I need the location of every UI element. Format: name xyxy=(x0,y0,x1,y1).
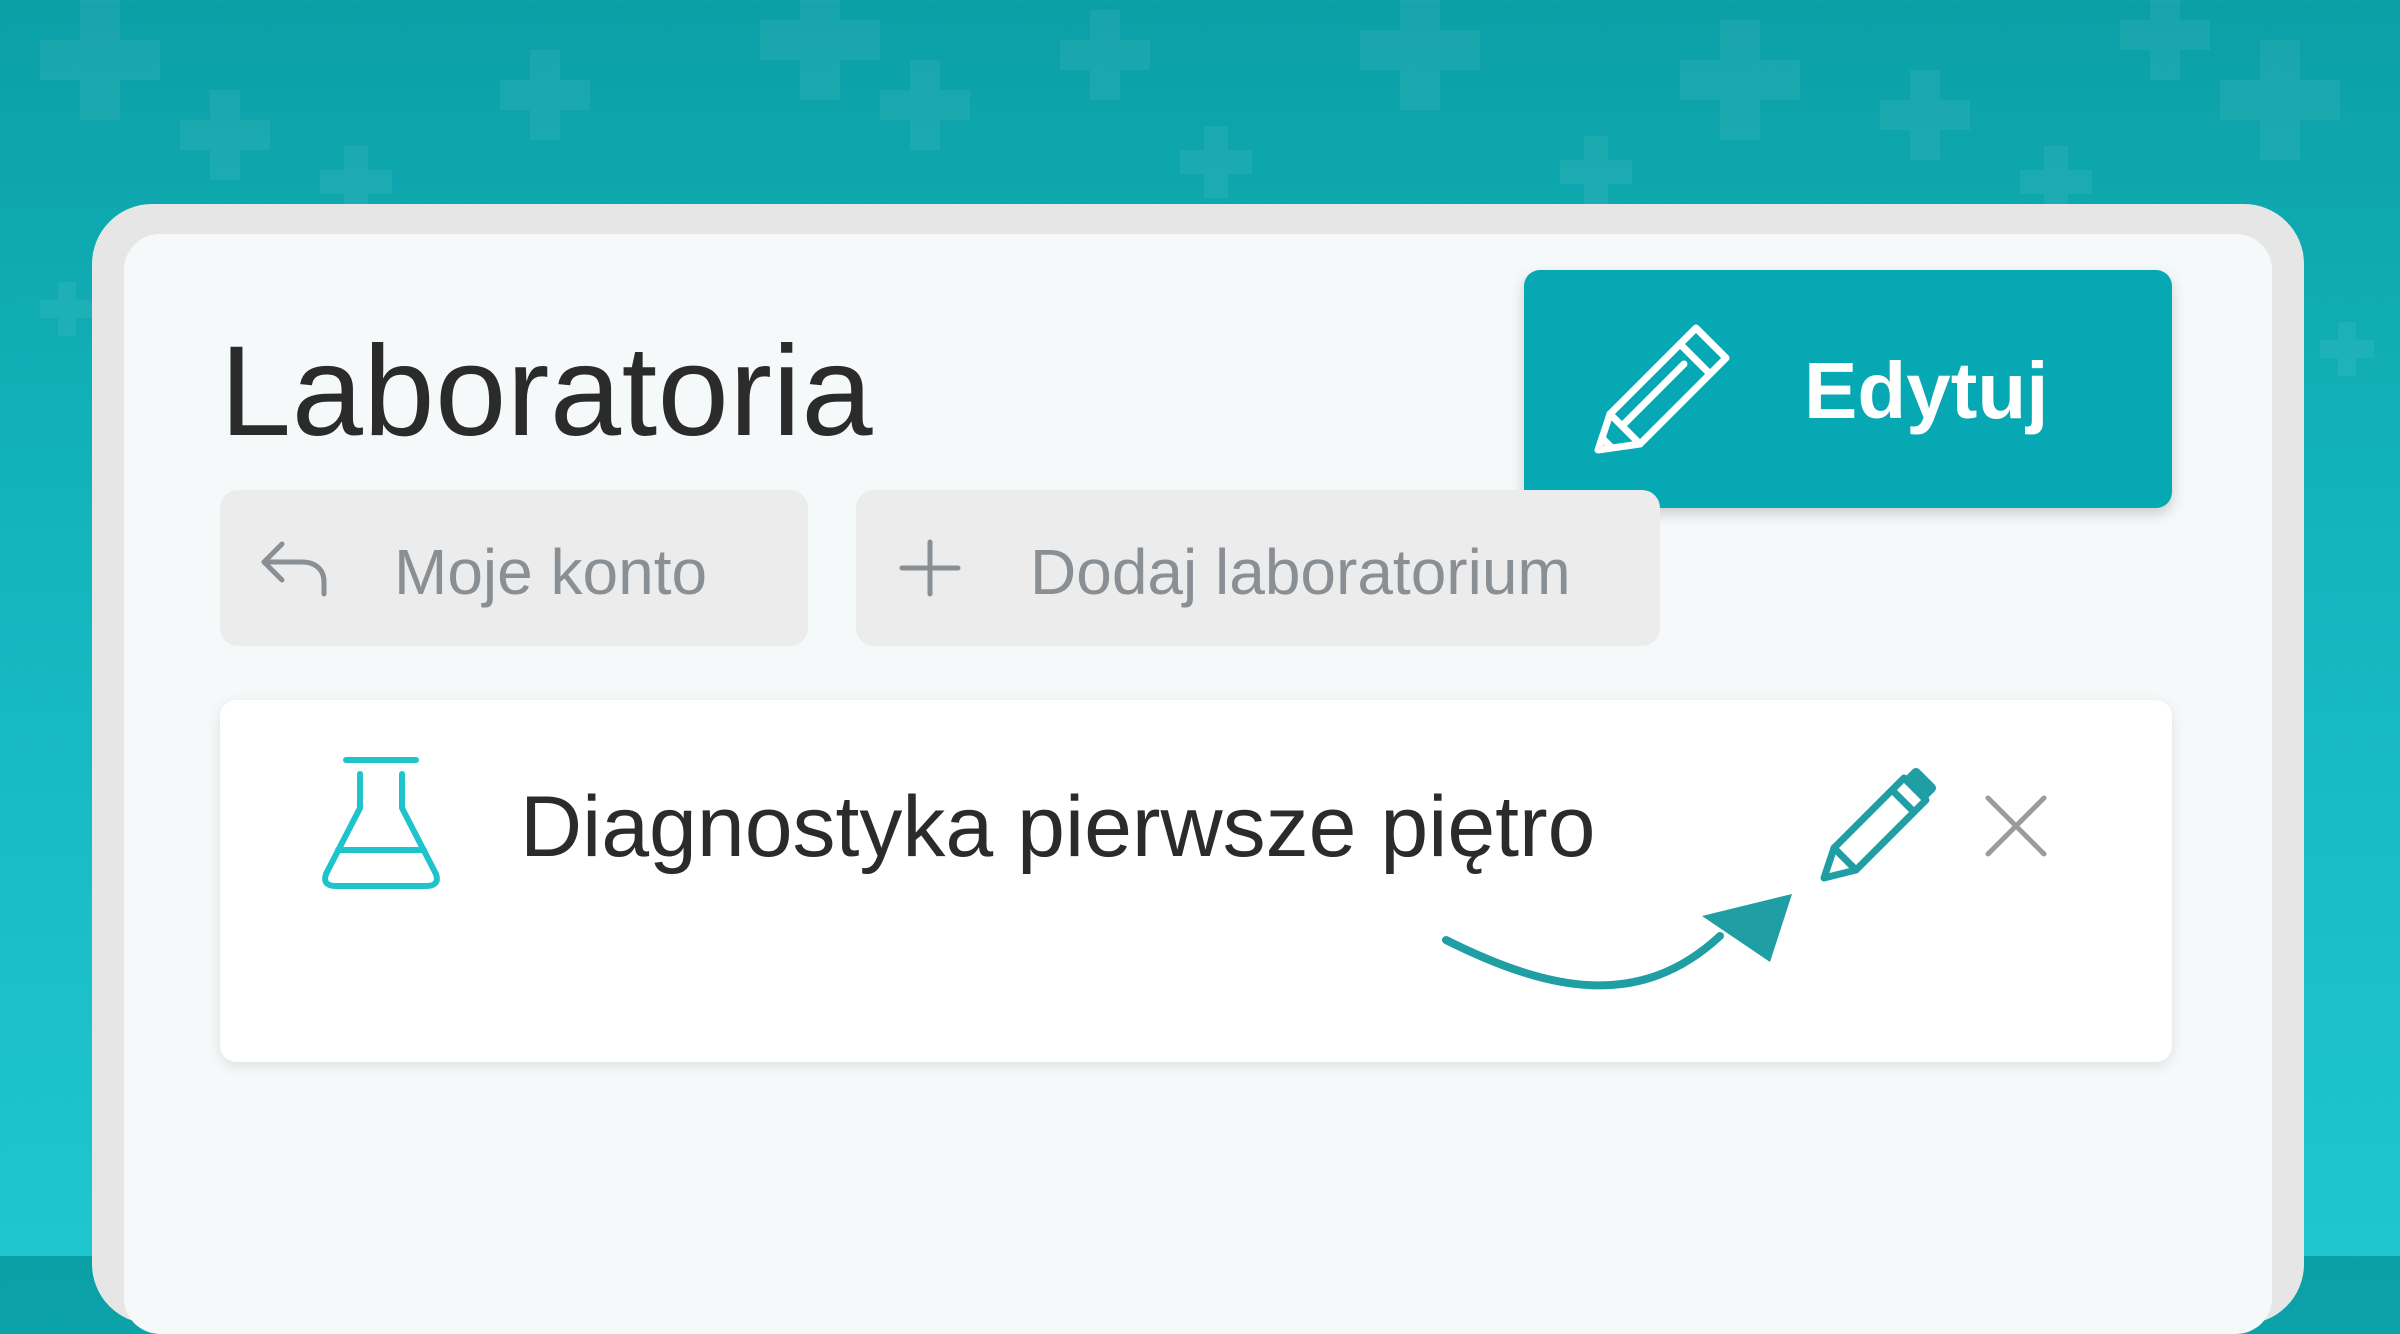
add-lab-label: Dodaj laboratorium xyxy=(1030,536,1571,608)
plus-icon xyxy=(899,539,961,597)
reply-arrow-icon xyxy=(261,541,327,597)
lab-name: Diagnostyka pierwsze piętro xyxy=(520,779,1596,875)
page-title: Laboratoria xyxy=(220,320,874,463)
list-item[interactable]: Diagnostyka pierwsze piętro xyxy=(220,700,2172,1062)
my-account-label: Moje konto xyxy=(394,536,708,608)
pencil-icon[interactable] xyxy=(1810,760,1940,890)
flask-icon xyxy=(322,757,440,889)
my-account-button[interactable]: Moje konto xyxy=(220,490,808,646)
add-lab-button[interactable]: Dodaj laboratorium xyxy=(856,490,1660,646)
edit-button[interactable]: Edytuj xyxy=(1524,270,2172,508)
annotation-arrow-icon xyxy=(1442,894,1792,990)
pencil-icon xyxy=(1594,324,1730,454)
close-icon[interactable] xyxy=(1978,788,2054,864)
edit-button-label: Edytuj xyxy=(1804,346,2049,435)
